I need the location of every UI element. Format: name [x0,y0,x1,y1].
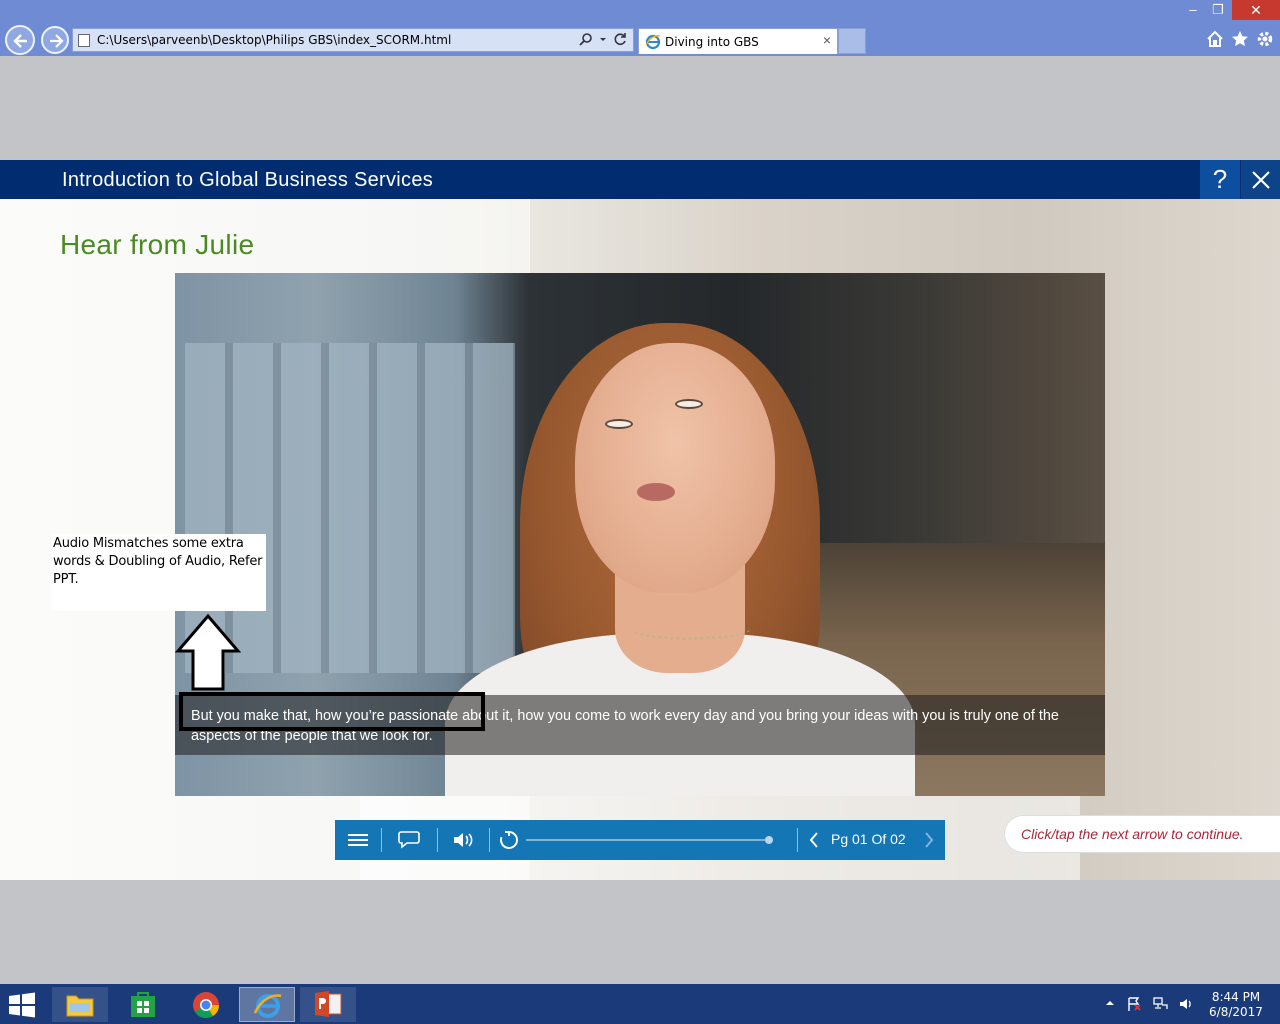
address-text: C:\Users\parveenb\Desktop\Philips GBS\in… [97,33,452,47]
clock-time: 8:44 PM [1211,990,1261,1004]
page-margin-top [0,56,1280,160]
course-title: Introduction to Global Business Services [62,169,434,191]
home-icon[interactable] [1206,30,1224,48]
divider [797,828,798,852]
annotation-up-arrow-icon [175,613,241,691]
back-button[interactable] [5,25,35,55]
ie-logo-icon [253,994,282,1018]
dropdown-icon[interactable] [599,32,607,46]
store-icon [131,992,155,1017]
menu-icon[interactable] [347,832,369,848]
taskbar-file-explorer[interactable] [52,987,108,1022]
divider [437,828,438,852]
system-tray [1104,996,1194,1012]
chevron-right-icon[interactable] [923,831,935,849]
favorites-star-icon[interactable] [1231,30,1249,48]
network-icon[interactable] [1152,996,1168,1012]
ie-logo-icon [645,34,661,50]
tab-label: Diving into GBS [665,35,759,49]
windows-start-icon[interactable] [8,992,36,1018]
chevron-up-icon[interactable] [1104,996,1116,1010]
continue-hint-text: Click/tap the next arrow to continue. [1021,826,1244,842]
video-frame-eye [675,399,703,409]
taskbar-powerpoint[interactable] [300,987,356,1022]
divider [381,828,382,852]
progress-scrubber[interactable] [764,836,773,844]
refresh-icon[interactable] [613,32,627,46]
course-close-button[interactable] [1241,160,1280,199]
page-margin-bottom [0,880,1280,984]
video-frame-eye [605,419,633,429]
action-center-flag-icon[interactable] [1126,996,1142,1012]
volume-icon[interactable] [452,830,476,850]
taskbar-internet-explorer[interactable] [239,987,295,1022]
page-counter: Pg 01 Of 02 [831,831,906,847]
forward-button[interactable] [41,26,69,54]
progress-track[interactable] [526,839,771,841]
caption-bar: But you make that, how you’re passionate… [175,692,1105,755]
video-player[interactable]: But you make that, how you’re passionate… [175,273,1105,796]
video-frame-speaker-face [575,343,775,593]
forward-arrow-icon [50,34,64,48]
divider [489,828,490,852]
back-arrow-icon [13,34,27,48]
video-frame-mouth [637,483,675,501]
address-bar[interactable]: C:\Users\parveenb\Desktop\Philips GBS\in… [72,28,634,52]
chrome-logo-icon [193,992,220,1019]
taskbar: 8:44 PM 6/8/2017 [0,984,1280,1024]
course-header: Introduction to Global Business Services… [0,160,1280,199]
caption-toggle-icon[interactable] [398,830,420,850]
page-icon [78,34,90,47]
continue-hint: Click/tap the next arrow to continue. [1004,815,1280,853]
slide-title: Hear from Julie [60,229,255,260]
folder-icon [66,995,94,1017]
search-icon[interactable] [579,32,593,46]
browser-toolbar: C:\Users\parveenb\Desktop\Philips GBS\in… [0,0,1280,56]
chevron-left-icon[interactable] [808,831,820,849]
clock[interactable]: 8:44 PM 6/8/2017 [1204,990,1268,1020]
clock-date: 6/8/2017 [1209,1005,1263,1019]
annotation-note: Audio Mismatches some extra words & Doub… [52,534,266,611]
restore-button[interactable]: ❐ [1205,0,1231,20]
annotation-note-text: Audio Mismatches some extra words & Doub… [53,536,263,587]
help-button[interactable]: ? [1200,160,1240,199]
annotation-highlight-box [179,692,485,731]
speaker-icon[interactable] [1178,996,1194,1012]
close-icon [1252,171,1270,189]
replay-icon[interactable] [499,830,519,850]
new-tab-button[interactable] [838,28,866,54]
powerpoint-icon [315,991,342,1017]
tab-diving-into-gbs[interactable]: Diving into GBS × [638,28,838,54]
video-frame-necklace [630,618,750,640]
taskbar-store[interactable] [115,987,171,1022]
window-close-button[interactable]: ✕ [1232,0,1280,20]
player-controls: Pg 01 Of 02 [335,820,945,860]
gear-icon[interactable] [1256,30,1274,48]
tab-close-icon[interactable]: × [823,32,831,48]
taskbar-chrome[interactable] [178,987,234,1022]
minimize-button[interactable]: – [1180,0,1206,20]
